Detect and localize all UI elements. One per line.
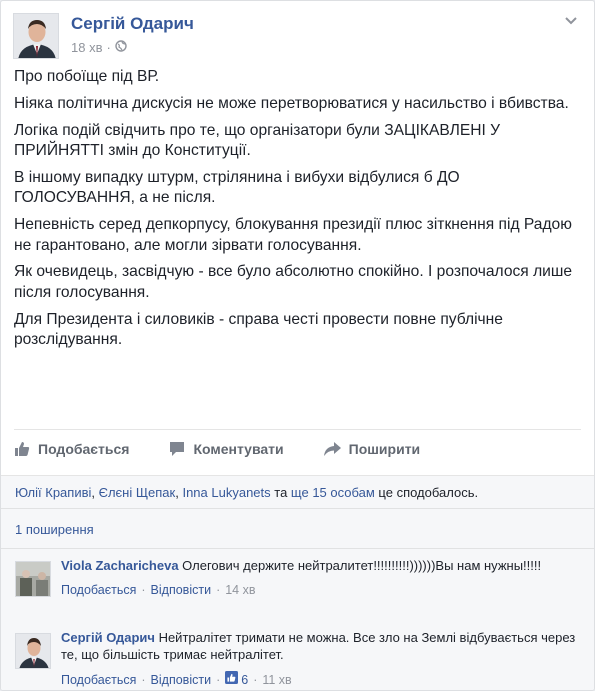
share-button-label: Поширити: [348, 441, 421, 457]
shares-count-link[interactable]: 1 поширення: [1, 509, 594, 549]
post-header: Сергій Одарич 18 хв ·: [13, 7, 582, 63]
share-arrow-icon: [323, 441, 341, 457]
thumbs-up-icon: [225, 671, 239, 689]
comment-actions: Подобається · Відповісти · 6 · 11 хв: [61, 671, 580, 689]
post-paragraph: Непевність серед депкорпусу, блокування …: [14, 216, 572, 254]
post-meta: 18 хв ·: [71, 40, 127, 55]
post-paragraph: Як очевидець, засвідчую - все було абсол…: [14, 263, 573, 301]
post-author-name[interactable]: Сергій Одарич: [71, 14, 194, 34]
post-paragraph: В іншому випадку штурм, стрілянина і виб…: [14, 168, 460, 207]
like-button[interactable]: Подобається: [14, 441, 129, 457]
comment-timestamp[interactable]: 11 хв: [262, 672, 291, 689]
other-likers-link[interactable]: ще 15 особам: [291, 485, 375, 500]
post-actions-bar: Подобається Коментувати Поширити: [14, 429, 581, 468]
liker-link[interactable]: Єлєні Щепак: [99, 485, 176, 500]
post-paragraph: Про побоїще під ВР.: [14, 68, 160, 85]
comment-like-count[interactable]: 6: [225, 671, 248, 689]
post-paragraph: Для Президента і силовиків - справа чест…: [14, 310, 503, 349]
liker-link[interactable]: Юлії Крапиві: [15, 485, 91, 500]
comment-like-count-value: 6: [241, 672, 249, 687]
post-card: Сергій Одарич 18 хв · Про побоїще під ВР…: [0, 0, 595, 691]
comment: Viola Zacharicheva Олегович держите нейт…: [15, 557, 580, 627]
globe-icon: [115, 40, 127, 55]
comment-icon: [169, 441, 185, 457]
commenter-avatar[interactable]: [15, 561, 51, 597]
comment-author[interactable]: Сергій Одарич: [61, 630, 155, 645]
comment-like-link[interactable]: Подобається: [61, 672, 136, 689]
comment-reply-link[interactable]: Відповісти: [151, 672, 212, 689]
comment-reply-link[interactable]: Відповісти: [151, 582, 212, 599]
author-avatar[interactable]: [13, 13, 59, 59]
comment-like-link[interactable]: Подобається: [61, 582, 136, 599]
chevron-down-icon[interactable]: [562, 11, 580, 29]
commenter-avatar[interactable]: [15, 633, 51, 669]
comment-body: Сергій Одарич Нейтралітет тримати не мож…: [61, 629, 580, 689]
comment-timestamp[interactable]: 14 хв: [225, 582, 255, 599]
likes-summary: Юлії Крапиві, Єлєні Щепак, Inna Lukyanet…: [1, 475, 594, 509]
comment: Сергій Одарич Нейтралітет тримати не мож…: [15, 629, 580, 690]
comment-button-label: Коментувати: [193, 441, 284, 457]
post-timestamp[interactable]: 18 хв: [71, 40, 102, 55]
comment-author[interactable]: Viola Zacharicheva: [61, 558, 179, 573]
share-button[interactable]: Поширити: [323, 441, 421, 457]
like-button-label: Подобається: [38, 441, 130, 457]
thumbs-up-icon: [14, 441, 30, 457]
comment-text: Олегович держите нейтралитет!!!!!!!!!!))…: [178, 558, 542, 573]
liker-link[interactable]: Inna Lukyanets: [182, 485, 270, 500]
comments-section: Viola Zacharicheva Олегович держите нейт…: [1, 549, 594, 690]
post-paragraph: Логіка подій свідчить про те, що організ…: [14, 121, 501, 160]
post-paragraph: Ніяка політична дискусія не може перетво…: [14, 94, 569, 112]
comment-body: Viola Zacharicheva Олегович держите нейт…: [61, 557, 580, 599]
comment-actions: Подобається · Відповісти · 14 хв: [61, 582, 256, 599]
comment-button[interactable]: Коментувати: [169, 441, 284, 457]
post-text: Про побоїще під ВР. Ніяка політична диск…: [14, 67, 574, 357]
